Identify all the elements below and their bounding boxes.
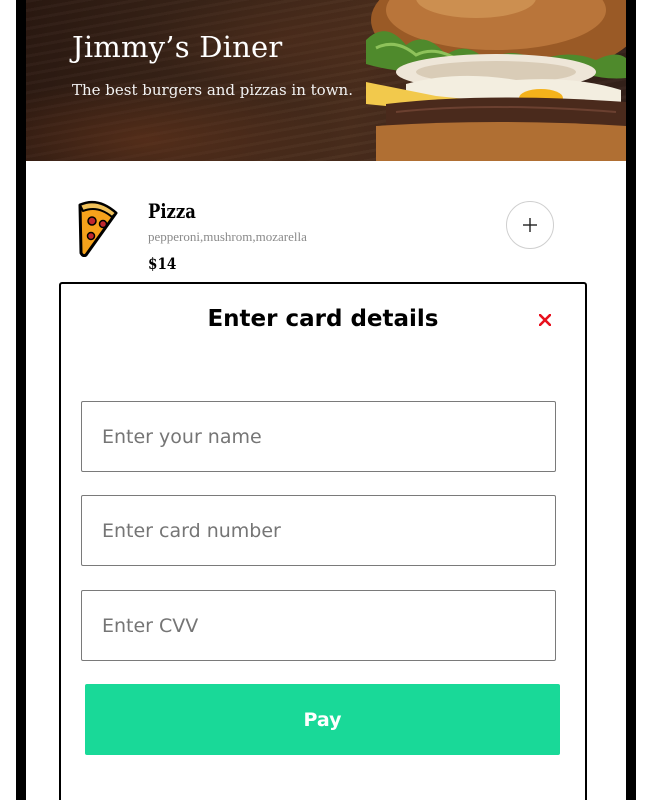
- hero-header: Jimmy’s Diner The best burgers and pizza…: [26, 0, 626, 161]
- item-price: $14: [148, 254, 177, 273]
- burger-image: [366, 0, 626, 161]
- plus-icon: [523, 218, 537, 232]
- cvv-input[interactable]: [81, 590, 556, 661]
- card-number-input[interactable]: [81, 495, 556, 566]
- restaurant-title: Jimmy’s Diner: [72, 30, 283, 64]
- page: Jimmy’s Diner The best burgers and pizza…: [0, 0, 650, 800]
- modal-title: Enter card details: [207, 306, 439, 332]
- device-frame-left: [16, 0, 26, 800]
- pizza-icon: [78, 200, 118, 257]
- device-frame-right: [626, 0, 636, 800]
- pay-button[interactable]: Pay: [85, 684, 560, 755]
- menu-item-pizza: Pizza pepperoni,mushrom,mozarella $14: [26, 161, 626, 283]
- restaurant-subtitle: The best burgers and pizzas in town.: [72, 81, 353, 99]
- add-item-button[interactable]: [506, 201, 554, 249]
- close-icon: [539, 314, 551, 326]
- item-name: Pizza: [148, 199, 196, 223]
- card-details-modal: Enter card details Pay: [59, 282, 587, 800]
- item-ingredients: pepperoni,mushrom,mozarella: [148, 229, 307, 244]
- close-modal-button[interactable]: [535, 310, 555, 330]
- name-input[interactable]: [81, 401, 556, 472]
